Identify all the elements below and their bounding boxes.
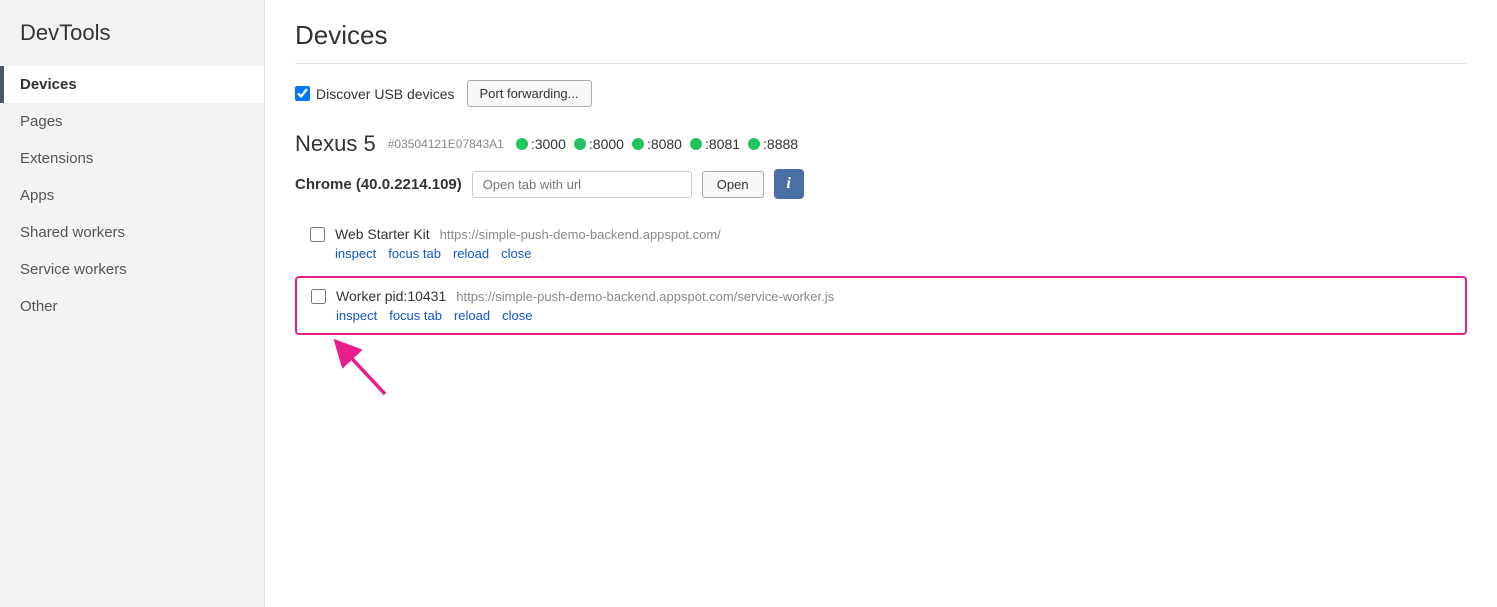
device-header: Nexus 5 #03504121E07843A1 :3000 :8000 :8… bbox=[295, 131, 1467, 157]
sidebar-item-pages[interactable]: Pages bbox=[0, 103, 264, 140]
sidebar: DevTools Devices Pages Extensions Apps S… bbox=[0, 0, 265, 607]
port-8000: :8000 bbox=[574, 136, 624, 152]
close-link-worker[interactable]: close bbox=[502, 308, 532, 323]
main-content: Devices Discover USB devices Port forwar… bbox=[265, 0, 1497, 607]
sidebar-item-service-workers[interactable]: Service workers bbox=[0, 251, 264, 288]
focus-tab-link-worker[interactable]: focus tab bbox=[389, 308, 442, 323]
sidebar-title: DevTools bbox=[0, 20, 264, 66]
port-8081: :8081 bbox=[690, 136, 740, 152]
tab-item-worker-row: Worker pid:10431 https://simple-push-dem… bbox=[311, 288, 1451, 304]
tab-item-web-starter-kit: Web Starter Kit https://simple-push-demo… bbox=[295, 215, 1467, 272]
sidebar-item-apps[interactable]: Apps bbox=[0, 177, 264, 214]
green-dot-8080 bbox=[632, 138, 644, 150]
tab-checkbox-worker[interactable] bbox=[311, 289, 326, 304]
tab-item-worker: Worker pid:10431 https://simple-push-dem… bbox=[295, 276, 1467, 335]
open-tab-button[interactable]: Open bbox=[702, 171, 764, 198]
tab-url-worker: https://simple-push-demo-backend.appspot… bbox=[456, 289, 834, 304]
port-3000: :3000 bbox=[516, 136, 566, 152]
sidebar-item-devices[interactable]: Devices bbox=[0, 66, 264, 103]
arrow-container bbox=[295, 339, 1467, 399]
port-8080: :8080 bbox=[632, 136, 682, 152]
reload-link-worker[interactable]: reload bbox=[454, 308, 490, 323]
discover-usb-checkbox-label[interactable]: Discover USB devices bbox=[295, 86, 455, 102]
info-icon[interactable]: i bbox=[774, 169, 804, 199]
sidebar-item-other[interactable]: Other bbox=[0, 288, 264, 325]
device-name: Nexus 5 bbox=[295, 131, 376, 157]
inspect-link-worker[interactable]: inspect bbox=[336, 308, 377, 323]
port-dots: :3000 :8000 :8080 :8081 :8888 bbox=[516, 136, 798, 152]
close-link-web-starter-kit[interactable]: close bbox=[501, 246, 531, 261]
port-8888: :8888 bbox=[748, 136, 798, 152]
green-dot-3000 bbox=[516, 138, 528, 150]
port-forwarding-button[interactable]: Port forwarding... bbox=[467, 80, 592, 107]
green-dot-8081 bbox=[690, 138, 702, 150]
tab-title-worker: Worker pid:10431 bbox=[336, 288, 446, 304]
focus-tab-link-web-starter-kit[interactable]: focus tab bbox=[388, 246, 441, 261]
tab-url-web-starter-kit: https://simple-push-demo-backend.appspot… bbox=[440, 227, 721, 242]
tab-checkbox-web-starter-kit[interactable] bbox=[310, 227, 325, 242]
toolbar: Discover USB devices Port forwarding... bbox=[295, 80, 1467, 107]
tab-actions-worker: inspect focus tab reload close bbox=[311, 308, 1451, 323]
green-dot-8000 bbox=[574, 138, 586, 150]
device-id: #03504121E07843A1 bbox=[388, 137, 504, 151]
discover-usb-checkbox[interactable] bbox=[295, 86, 310, 101]
inspect-link-web-starter-kit[interactable]: inspect bbox=[335, 246, 376, 261]
tab-actions-web-starter-kit: inspect focus tab reload close bbox=[310, 246, 1452, 261]
chrome-label: Chrome (40.0.2214.109) bbox=[295, 176, 462, 193]
tab-item-row: Web Starter Kit https://simple-push-demo… bbox=[310, 226, 1452, 242]
green-dot-8888 bbox=[748, 138, 760, 150]
reload-link-web-starter-kit[interactable]: reload bbox=[453, 246, 489, 261]
page-title: Devices bbox=[295, 20, 1467, 64]
sidebar-item-shared-workers[interactable]: Shared workers bbox=[0, 214, 264, 251]
sidebar-item-extensions[interactable]: Extensions bbox=[0, 140, 264, 177]
annotation-arrow bbox=[325, 339, 405, 399]
open-tab-url-input[interactable] bbox=[472, 171, 692, 198]
chrome-row: Chrome (40.0.2214.109) Open i bbox=[295, 169, 1467, 199]
tab-title-web-starter-kit: Web Starter Kit bbox=[335, 226, 430, 242]
